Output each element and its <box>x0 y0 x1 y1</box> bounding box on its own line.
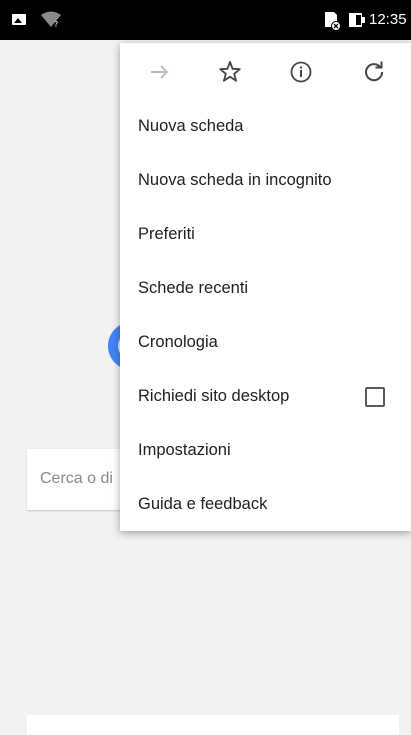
menu-item-bookmarks[interactable]: Preferiti <box>120 208 411 262</box>
desktop-site-checkbox[interactable] <box>365 387 385 407</box>
menu-item-new-tab[interactable]: Nuova scheda <box>120 100 411 154</box>
menu-toolbar <box>120 43 411 100</box>
menu-item-history[interactable]: Cronologia <box>120 316 411 370</box>
menu-item-label: Impostazioni <box>138 441 231 459</box>
menu-item-new-incognito-tab[interactable]: Nuova scheda in incognito <box>120 154 411 208</box>
menu-item-request-desktop-site[interactable]: Richiedi sito desktop <box>120 370 411 424</box>
gallery-icon <box>12 14 26 25</box>
menu-item-label: Schede recenti <box>138 279 249 297</box>
menu-item-label: Nuova scheda in incognito <box>138 171 332 189</box>
overflow-menu: Nuova scheda Nuova scheda in incognito P… <box>120 43 411 531</box>
clock-time: 12:35 <box>369 11 407 28</box>
battery-icon <box>349 13 365 27</box>
sim-card-error-icon <box>325 12 341 31</box>
bookmark-star-icon[interactable] <box>217 59 243 85</box>
search-placeholder: Cerca o di <box>40 470 113 487</box>
menu-item-label: Guida e feedback <box>138 495 268 513</box>
menu-item-label: Cronologia <box>138 333 218 351</box>
status-bar: ? 12:35 <box>0 0 411 40</box>
info-icon[interactable] <box>288 59 314 85</box>
menu-item-label: Preferiti <box>138 225 195 243</box>
reload-icon[interactable] <box>361 59 387 85</box>
svg-text:?: ? <box>54 20 58 28</box>
menu-item-settings[interactable]: Impostazioni <box>120 424 411 478</box>
forward-icon[interactable] <box>146 59 172 85</box>
wifi-question-icon: ? <box>41 11 61 28</box>
menu-item-recent-tabs[interactable]: Schede recenti <box>120 262 411 316</box>
menu-item-help-feedback[interactable]: Guida e feedback <box>120 478 411 532</box>
menu-item-label: Nuova scheda <box>138 117 244 135</box>
bottom-card <box>27 715 399 735</box>
menu-item-label: Richiedi sito desktop <box>138 387 290 405</box>
